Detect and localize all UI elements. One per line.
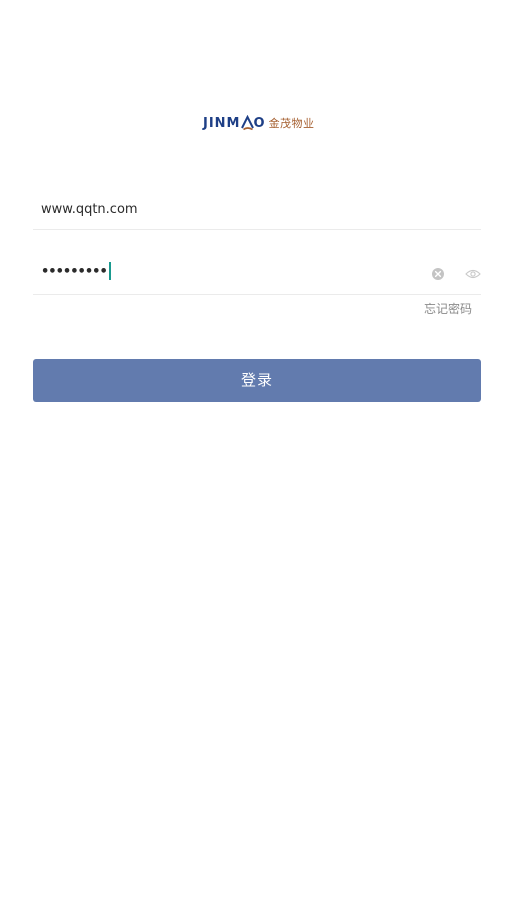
password-field[interactable]: ••••••••• bbox=[33, 247, 481, 295]
login-button[interactable]: 登录 bbox=[33, 359, 481, 402]
logo-brand-en-suffix: O bbox=[253, 115, 266, 131]
logo-brand-en-prefix: JINM bbox=[203, 115, 241, 131]
password-input-value[interactable]: ••••••••• bbox=[41, 262, 111, 281]
jinmao-logo: JINM O 金茂物业 bbox=[203, 112, 315, 134]
text-caret bbox=[108, 262, 111, 280]
logo-brand-cn: 金茂物业 bbox=[268, 117, 315, 130]
username-field[interactable]: www.qqtn.com bbox=[33, 182, 481, 230]
eye-icon[interactable] bbox=[465, 268, 481, 280]
jinmao-a-mark-icon bbox=[240, 115, 254, 131]
forgot-password-link[interactable]: 忘记密码 bbox=[424, 300, 472, 317]
clear-icon[interactable] bbox=[431, 267, 445, 281]
password-masked-text: ••••••••• bbox=[41, 264, 108, 280]
username-input-value[interactable]: www.qqtn.com bbox=[41, 201, 138, 218]
